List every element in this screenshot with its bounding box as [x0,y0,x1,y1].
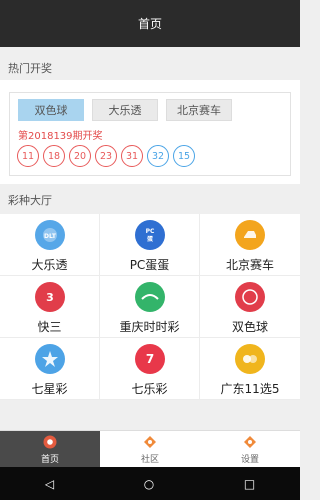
lottery-item-label: 快三 [37,320,62,334]
qlc-icon: 7 [134,344,165,374]
k3-icon: 3 [34,282,65,312]
bottom-navigation: 首页 社区 设置 [0,430,300,468]
lottery-item-qxc[interactable]: 七星彩 [0,338,100,400]
winning-balls: 11 18 20 23 31 32 15 [17,145,195,167]
gd11x5-icon [235,344,265,374]
back-icon[interactable]: ◁ [45,477,54,491]
lottery-tabs: 双色球 大乐透 北京赛车 [18,99,232,121]
settings-icon [242,434,258,450]
race-car-icon [235,220,265,250]
draw-number-text: 第2018139期开奖 [18,131,103,142]
lottery-hall-section-title: 彩种大厅 [8,194,52,207]
lottery-item-label: 北京赛车 [225,258,274,272]
red-ball: 11 [17,145,39,167]
lottery-item-label: 大乐透 [31,258,68,272]
ball-number: 11 [21,150,35,162]
blue-ball: 32 [147,145,169,167]
lottery-item-ssq[interactable]: 双色球 [200,276,300,338]
tab-bjsc[interactable]: 北京赛车 [166,99,232,121]
lottery-item-k3[interactable]: 3 快三 [0,276,100,338]
ball-number: 18 [47,150,61,162]
lottery-item-label: 重庆时时彩 [119,320,180,334]
svg-text:DLT: DLT [44,233,57,240]
lottery-item-gd11x5[interactable]: 广东11选5 [200,338,300,400]
svg-text:蛋: 蛋 [145,235,153,243]
tab-ssq[interactable]: 双色球 [18,99,84,121]
ball-number: 31 [125,150,139,162]
ball-number: 32 [151,150,165,162]
lottery-item-label: PC蛋蛋 [129,258,170,272]
hot-draw-card: 双色球 大乐透 北京赛车 第2018139期开奖 11 18 20 23 31 … [0,80,300,184]
recents-icon[interactable]: □ [244,477,255,491]
lottery-item-label: 广东11选5 [220,382,280,396]
ball-number: 20 [73,150,87,162]
lottery-item-dlt[interactable]: DLT 大乐透 [0,214,100,276]
svg-text:PC: PC [145,228,154,235]
red-ball: 31 [121,145,143,167]
lottery-item-label: 七星彩 [31,382,68,396]
hot-draw-section-title: 热门开奖 [8,62,52,75]
lottery-item-bjsc[interactable]: 北京赛车 [200,214,300,276]
system-navigation-bar: ◁ ○ □ [0,467,300,500]
blue-ball: 15 [173,145,195,167]
lottery-item-pcdd[interactable]: PC 蛋 PC蛋蛋 [100,214,200,276]
lottery-item-cqssc[interactable]: 重庆时时彩 [100,276,200,338]
lottery-hall-section-header: 彩种大厅 [0,188,300,212]
nav-community[interactable]: 社区 [100,431,200,468]
ball-number: 15 [177,150,191,162]
community-icon [142,434,158,450]
nav-settings[interactable]: 设置 [200,431,300,468]
hot-draw-section-header: 热门开奖 [0,56,300,80]
red-ball: 23 [95,145,117,167]
tab-dlt-label: 大乐透 [108,104,142,117]
nav-community-label: 社区 [140,455,159,465]
lottery-item-qlc[interactable]: 7 七乐彩 [100,338,200,400]
red-ball: 20 [69,145,91,167]
nav-settings-label: 设置 [240,455,259,465]
ssq-icon [235,282,265,312]
svg-text:7: 7 [145,352,153,366]
nav-home[interactable]: 首页 [0,431,100,468]
top-app-bar: 首页 [0,0,300,47]
red-ball: 18 [43,145,65,167]
ssc-icon [134,282,165,312]
hot-draw-panel: 双色球 大乐透 北京赛车 第2018139期开奖 11 18 20 23 31 … [9,92,291,176]
nav-home-label: 首页 [40,455,59,465]
page-title: 首页 [137,17,162,31]
tab-bjsc-label: 北京赛车 [177,104,221,117]
lottery-grid: DLT 大乐透 PC 蛋 PC蛋蛋 北京赛车 3 快三 重庆时时彩 双色球 七星… [0,214,300,400]
ball-number: 23 [99,150,113,162]
lottery-item-label: 七乐彩 [131,382,168,396]
home-icon [42,434,58,450]
tab-dlt[interactable]: 大乐透 [92,99,158,121]
dlt-icon: DLT [34,220,65,250]
qxc-icon [34,344,65,374]
home-circle-icon[interactable]: ○ [144,477,154,491]
svg-text:3: 3 [46,291,54,304]
tab-ssq-label: 双色球 [34,104,68,117]
pc-egg-icon: PC 蛋 [134,220,165,250]
lottery-item-label: 双色球 [231,320,268,334]
